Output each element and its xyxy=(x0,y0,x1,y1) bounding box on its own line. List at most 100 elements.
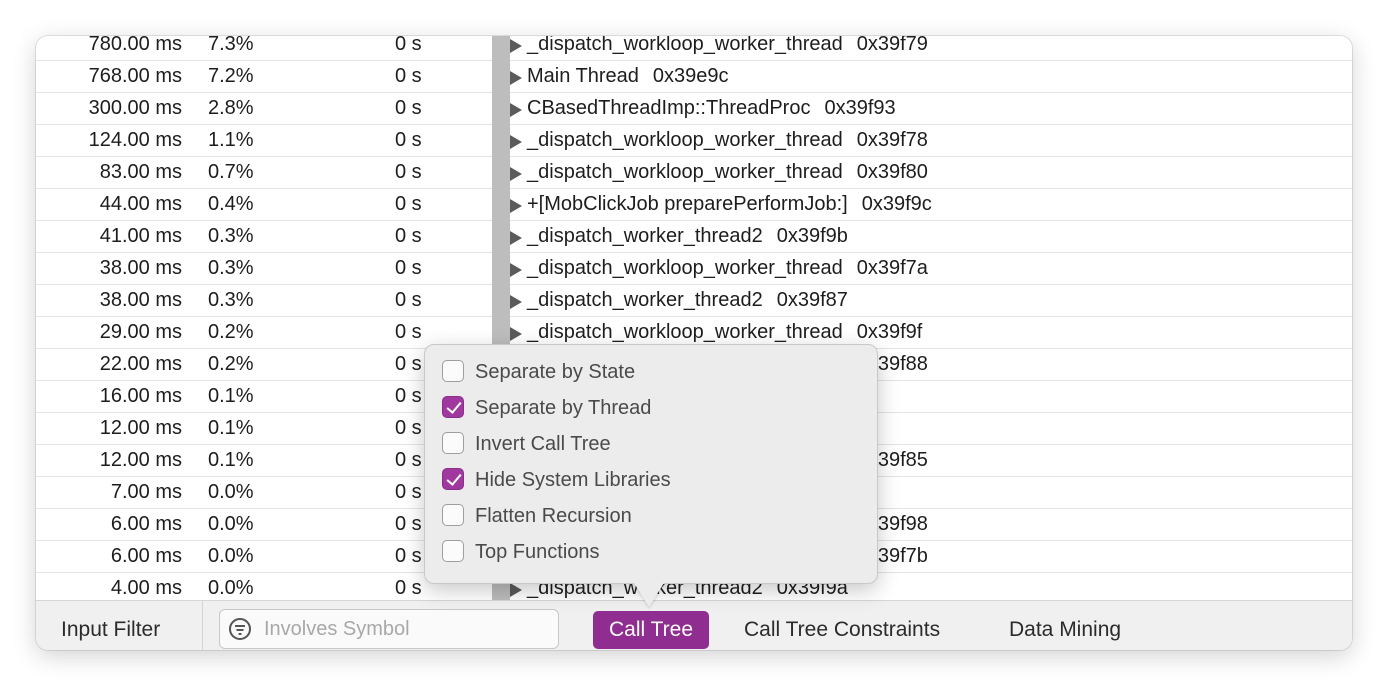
weight-cell: 38.00 ms xyxy=(99,289,182,311)
percent-cell: 0.1% xyxy=(208,449,254,471)
thread-address: 0x39f9f xyxy=(856,321,923,343)
percent-cell: 0.1% xyxy=(208,385,254,407)
disclosure-triangle-icon[interactable] xyxy=(510,167,522,181)
table-row[interactable]: 124.00 ms 1.1% 0 s _dispatch_workloop_worke… xyxy=(36,125,1352,157)
table-row[interactable]: 41.00 ms 0.3% 0 s _dispatch_worker_thread2 0… xyxy=(36,221,1352,253)
thread-address: 0x39f79 xyxy=(856,36,928,55)
self-weight-cell: 0 s xyxy=(395,577,422,599)
self-weight-cell: 0 s xyxy=(395,417,422,439)
table-row[interactable]: 44.00 ms 0.4% 0 s +[MobClickJob preparePerf… xyxy=(36,189,1352,221)
weight-cell: 124.00 ms xyxy=(88,129,182,151)
table-row[interactable]: 768.00 ms 7.2% 0 s Main Thread 0x39e9c xyxy=(36,61,1352,93)
option-flatten-recursion[interactable]: Flatten Recursion xyxy=(442,503,862,529)
disclosure-triangle-icon[interactable] xyxy=(510,199,522,213)
symbol-cell: _dispatch_workloop_worker_thread 0x39f7a xyxy=(527,253,928,284)
symbol-filter-input[interactable] xyxy=(264,610,544,648)
call-tree-button[interactable]: Call Tree xyxy=(593,611,709,649)
symbol-cell: CBasedThreadImp::ThreadProc 0x39f93 xyxy=(527,93,896,124)
symbol-name: _dispatch_workloop_worker_thread xyxy=(527,257,843,279)
symbol-cell: _dispatch_workloop_worker_thread 0x39f80 xyxy=(527,157,928,188)
percent-cell: 0.3% xyxy=(208,257,254,279)
thread-address: 0x39f9c xyxy=(861,193,932,215)
option-label: Hide System Libraries xyxy=(475,469,671,491)
table-row[interactable]: 38.00 ms 0.3% 0 s _dispatch_worker_thread2 0… xyxy=(36,285,1352,317)
filter-icon[interactable] xyxy=(229,618,251,640)
disclosure-triangle-icon[interactable] xyxy=(510,231,522,245)
table-row[interactable]: 300.00 ms 2.8% 0 s CBasedThreadImp::ThreadP… xyxy=(36,93,1352,125)
disclosure-triangle-icon[interactable] xyxy=(510,327,522,341)
symbol-name: Main Thread xyxy=(527,65,639,87)
call-tree-constraints-tab[interactable]: Call Tree Constraints xyxy=(744,601,940,650)
disclosure-triangle-icon[interactable] xyxy=(510,39,522,53)
self-weight-cell: 0 s xyxy=(395,353,422,375)
percent-cell: 0.7% xyxy=(208,161,254,183)
weight-cell: 29.00 ms xyxy=(99,321,182,343)
weight-cell: 83.00 ms xyxy=(99,161,182,183)
weight-cell: 12.00 ms xyxy=(99,449,182,471)
self-weight-cell: 0 s xyxy=(395,449,422,471)
symbol-cell: +[MobClickJob preparePerformJob:] 0x39f9c xyxy=(527,189,932,220)
percent-cell: 0.0% xyxy=(208,577,254,599)
self-weight-cell: 0 s xyxy=(395,545,422,567)
percent-cell: 0.4% xyxy=(208,193,254,215)
option-label: Invert Call Tree xyxy=(475,433,611,455)
option-invert-call-tree[interactable]: Invert Call Tree xyxy=(442,431,862,457)
checkbox-checked[interactable] xyxy=(442,468,464,490)
self-weight-cell: 0 s xyxy=(395,97,422,119)
checkbox-unchecked[interactable] xyxy=(442,360,464,382)
percent-cell: 0.3% xyxy=(208,225,254,247)
symbol-filter-field[interactable] xyxy=(219,609,559,649)
checkbox-unchecked[interactable] xyxy=(442,540,464,562)
self-weight-cell: 0 s xyxy=(395,193,422,215)
self-weight-cell: 0 s xyxy=(395,257,422,279)
symbol-name: _dispatch_worker_thread2 xyxy=(527,289,763,311)
percent-cell: 0.2% xyxy=(208,353,254,375)
thread-address: 0x39e9c xyxy=(652,65,729,87)
percent-cell: 7.3% xyxy=(208,36,254,55)
option-label: Separate by State xyxy=(475,361,636,383)
weight-cell: 6.00 ms xyxy=(110,545,182,567)
weight-cell: 768.00 ms xyxy=(88,65,182,87)
symbol-name: _dispatch_worker_thread2 xyxy=(527,225,763,247)
disclosure-triangle-icon[interactable] xyxy=(510,103,522,117)
checkbox-unchecked[interactable] xyxy=(442,432,464,454)
weight-cell: 16.00 ms xyxy=(99,385,182,407)
self-weight-cell: 0 s xyxy=(395,225,422,247)
option-label: Separate by Thread xyxy=(475,397,652,419)
percent-cell: 1.1% xyxy=(208,129,254,151)
table-row[interactable]: 83.00 ms 0.7% 0 s _dispatch_workloop_worker… xyxy=(36,157,1352,189)
self-weight-cell: 0 s xyxy=(395,65,422,87)
thread-address: 0x39f7a xyxy=(856,257,928,279)
table-row[interactable]: 780.00 ms 7.3% 0 s _dispatch_workloop_worke… xyxy=(36,36,1352,61)
disclosure-triangle-icon[interactable] xyxy=(510,295,522,309)
option-separate-by-thread[interactable]: Separate by Thread xyxy=(442,395,862,421)
checkbox-checked[interactable] xyxy=(442,396,464,418)
symbol-cell: _dispatch_worker_thread2 0x39f9b xyxy=(527,221,848,252)
option-top-functions[interactable]: Top Functions xyxy=(442,539,862,565)
thread-address: 0x39f80 xyxy=(856,161,928,183)
data-mining-tab[interactable]: Data Mining xyxy=(1009,601,1121,650)
percent-cell: 0.0% xyxy=(208,481,254,503)
symbol-name: _dispatch_workloop_worker_thread xyxy=(527,161,843,183)
option-hide-system-libraries[interactable]: Hide System Libraries xyxy=(442,467,862,493)
disclosure-triangle-icon[interactable] xyxy=(510,583,522,597)
self-weight-cell: 0 s xyxy=(395,289,422,311)
disclosure-triangle-icon[interactable] xyxy=(510,71,522,85)
thread-address: 0x39f87 xyxy=(776,289,848,311)
checkbox-unchecked[interactable] xyxy=(442,504,464,526)
weight-cell: 41.00 ms xyxy=(99,225,182,247)
bottom-bar-separator xyxy=(202,601,203,650)
option-separate-by-state[interactable]: Separate by State xyxy=(442,359,862,385)
self-weight-cell: 0 s xyxy=(395,161,422,183)
symbol-cell: _dispatch_workloop_worker_thread 0x39f78 xyxy=(527,125,928,156)
disclosure-triangle-icon[interactable] xyxy=(510,135,522,149)
thread-address: 0x39f9b xyxy=(776,225,848,247)
table-row[interactable]: 38.00 ms 0.3% 0 s _dispatch_workloop_worker… xyxy=(36,253,1352,285)
weight-cell: 6.00 ms xyxy=(110,513,182,535)
weight-cell: 12.00 ms xyxy=(99,417,182,439)
symbol-name: _dispatch_workloop_worker_thread xyxy=(527,36,843,55)
input-filter-label[interactable]: Input Filter xyxy=(61,601,160,650)
self-weight-cell: 0 s xyxy=(395,513,422,535)
symbol-name: _dispatch_workloop_worker_thread xyxy=(527,321,843,343)
disclosure-triangle-icon[interactable] xyxy=(510,263,522,277)
